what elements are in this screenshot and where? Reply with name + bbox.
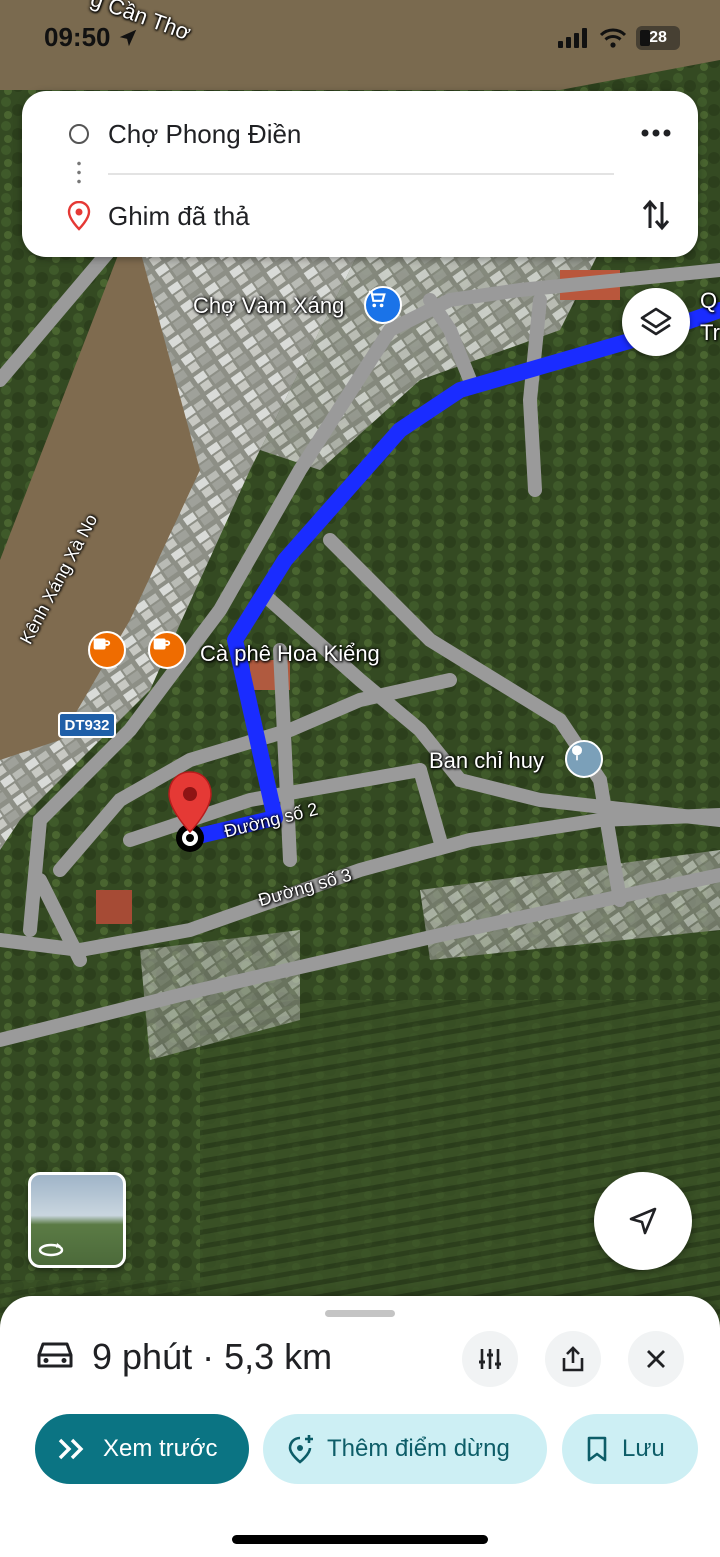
cellular-signal-icon: [558, 28, 587, 48]
battery-level: 28: [649, 29, 667, 46]
rotate-360-icon: [38, 1243, 64, 1257]
origin-circle-icon: [69, 124, 89, 144]
status-time: 09:50: [44, 22, 139, 53]
battery-icon: 28: [636, 26, 680, 50]
status-icons: 28: [558, 26, 680, 50]
location-arrow-icon: [119, 29, 136, 46]
save-label: Lưu: [622, 1435, 665, 1462]
destination-pin-icon[interactable]: [166, 770, 214, 836]
bookmark-icon: [587, 1436, 607, 1462]
swap-vertical-icon: [642, 199, 670, 231]
destination-pin-icon: [67, 201, 91, 231]
route-options-button[interactable]: [462, 1331, 518, 1387]
shopping-cart-icon[interactable]: [364, 286, 402, 324]
preview-button[interactable]: Xem trước: [35, 1414, 249, 1484]
layers-icon: [640, 307, 672, 336]
edge-label-q: Q: [700, 288, 718, 313]
home-indicator[interactable]: [232, 1535, 488, 1544]
street-view-thumbnail[interactable]: [28, 1172, 126, 1268]
route-dots-icon: [77, 159, 81, 187]
add-location-icon: [288, 1435, 313, 1464]
market-label[interactable]: Chợ Vàm Xáng: [193, 293, 344, 319]
save-button[interactable]: Lưu: [562, 1414, 698, 1484]
share-icon: [562, 1346, 584, 1372]
car-icon: [37, 1342, 73, 1368]
destination-field[interactable]: Ghim đã thả: [108, 201, 250, 232]
drag-handle[interactable]: [325, 1310, 395, 1317]
add-stop-button[interactable]: Thêm điểm dừng: [263, 1414, 547, 1484]
directions-sheet: 9 phút · 5,3 km Xem trước Thêm điểm dừng: [0, 1296, 720, 1557]
coffee-cup-icon[interactable]: [148, 631, 186, 669]
coffee-cup-icon[interactable]: [88, 631, 126, 669]
road-badge: DT932: [58, 712, 116, 738]
navigation-arrow-icon: [629, 1207, 657, 1235]
double-chevron-right-icon: [58, 1438, 84, 1460]
my-location-button[interactable]: [594, 1172, 692, 1270]
swap-route-button[interactable]: [636, 195, 676, 235]
close-icon: [647, 1350, 665, 1368]
wifi-icon: [600, 28, 626, 48]
add-stop-label: Thêm điểm dừng: [327, 1435, 510, 1462]
more-horizontal-icon: [641, 129, 671, 137]
share-button[interactable]: [545, 1331, 601, 1387]
preview-label: Xem trước: [103, 1435, 218, 1462]
cafe-label[interactable]: Cà phê Hoa Kiểng: [200, 641, 380, 667]
route-summary: 9 phút · 5,3 km: [92, 1336, 333, 1377]
government-icon[interactable]: [565, 740, 603, 778]
origin-field[interactable]: Chợ Phong Điền: [108, 119, 301, 150]
layers-button[interactable]: [622, 288, 690, 356]
command-post-label[interactable]: Ban chỉ huy: [429, 748, 544, 774]
close-button[interactable]: [628, 1331, 684, 1387]
more-options-button[interactable]: [636, 117, 676, 149]
route-card: Chợ Phong Điền Ghim đã thả: [22, 91, 698, 257]
edge-label-tr: Tr: [700, 320, 720, 345]
card-divider: [108, 173, 614, 175]
clock: 09:50: [44, 22, 111, 52]
tune-icon: [479, 1349, 501, 1369]
